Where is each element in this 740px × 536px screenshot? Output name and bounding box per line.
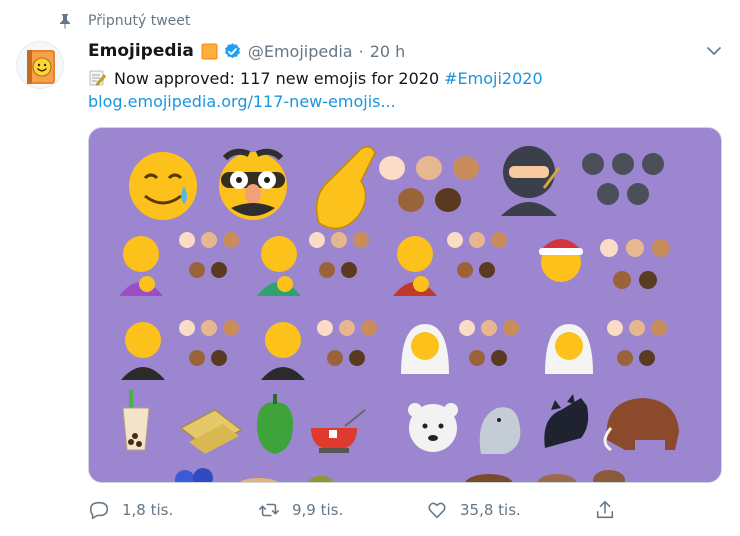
pinned-label: Připnutý tweet	[88, 13, 191, 29]
chevron-down-icon[interactable]	[704, 41, 724, 61]
emojipedia-logo-icon	[27, 50, 55, 84]
avatar[interactable]	[16, 41, 64, 89]
pinned-indicator	[58, 11, 72, 31]
tweet-body: Now approved: 117 new emojis for 2020	[114, 68, 440, 88]
pin-icon	[60, 14, 70, 29]
tweet-text: Now approved: 117 new emojis for 2020 #E…	[88, 67, 543, 89]
separator-dot: ·	[358, 41, 364, 61]
article-link[interactable]: blog.emojipedia.org/117-new-emojis...	[88, 92, 396, 111]
smiling-face-with-tear-emoji	[129, 152, 197, 220]
tweet-timestamp[interactable]: 20 h	[370, 42, 406, 61]
tweet-header: Emojipedia @Emojipedia · 20 h	[88, 40, 405, 62]
like-icon	[428, 502, 446, 519]
verified-icon	[224, 42, 240, 58]
like-count: 35,8 tis.	[460, 501, 521, 519]
share-button[interactable]	[594, 497, 616, 523]
disguised-face-emoji	[219, 148, 287, 220]
reply-button[interactable]: 1,8 tis.	[88, 497, 173, 523]
retweet-count: 9,9 tis.	[292, 501, 344, 519]
tweet-action-bar: 1,8 tis. 9,9 tis. 35,8 tis.	[88, 497, 722, 523]
share-icon	[596, 500, 614, 519]
reply-count: 1,8 tis.	[122, 501, 174, 519]
author-handle[interactable]: @Emojipedia	[248, 42, 353, 61]
emoji-collage	[89, 128, 721, 482]
retweet-button[interactable]: 9,9 tis.	[258, 497, 343, 523]
memo-icon	[89, 70, 106, 86]
tweet-media-image[interactable]	[88, 127, 722, 483]
like-button[interactable]: 35,8 tis.	[426, 497, 521, 523]
reply-icon	[89, 501, 109, 520]
hashtag-link[interactable]: #Emoji2020	[444, 69, 543, 88]
book-icon	[201, 43, 218, 59]
retweet-icon	[259, 503, 279, 517]
author-name[interactable]: Emojipedia	[88, 41, 194, 61]
